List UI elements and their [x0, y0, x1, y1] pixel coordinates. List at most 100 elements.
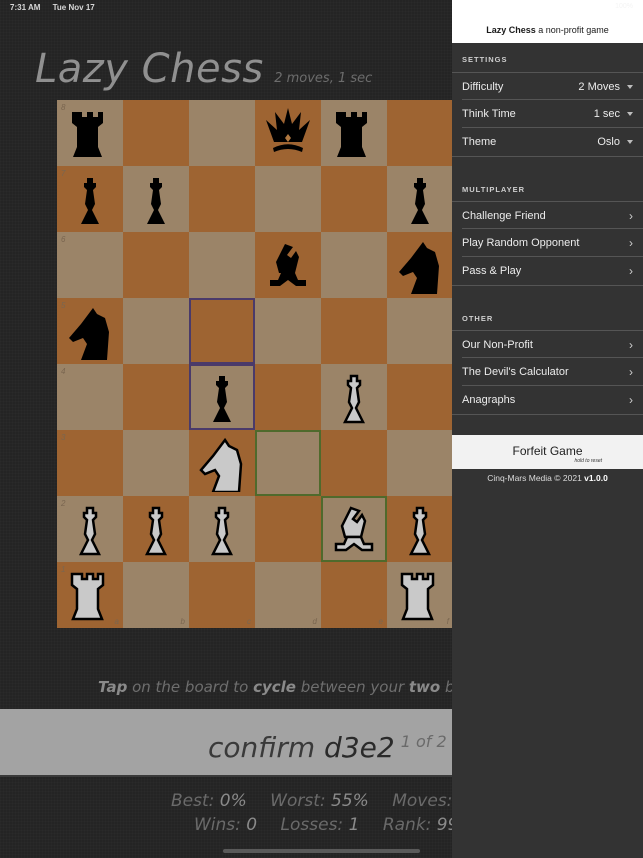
square-b5[interactable] [123, 298, 189, 364]
chevron-right-icon: › [629, 393, 633, 407]
white-pawn-icon[interactable] [395, 502, 445, 558]
white-rook-icon[interactable] [395, 568, 445, 624]
black-pawn-icon[interactable] [131, 172, 181, 228]
square-c8[interactable] [189, 100, 255, 166]
square-c5[interactable] [189, 298, 255, 364]
other-header: OTHER [462, 314, 494, 323]
confirm-label: confirm d3e2 1 of 2 [208, 731, 447, 764]
square-d6[interactable] [255, 232, 321, 298]
square-e3[interactable] [321, 430, 387, 496]
file-label: d [312, 617, 317, 626]
square-e2[interactable] [321, 496, 387, 562]
square-a7[interactable]: 7 [57, 166, 123, 232]
white-pawn-icon[interactable] [329, 370, 379, 426]
white-pawn-icon[interactable] [65, 502, 115, 558]
menu-play-random-opponent[interactable]: Play Random Opponent › [452, 228, 643, 257]
square-f3[interactable] [387, 430, 453, 496]
rank-label: 4 [61, 367, 66, 376]
setting-think-time[interactable]: Think Time 1 sec [452, 99, 643, 128]
square-c7[interactable] [189, 166, 255, 232]
difficulty-summary: 2 moves, 1 sec [274, 71, 373, 86]
menu-item-label: Our Non-Profit [462, 338, 533, 351]
square-a3[interactable]: 3 [57, 430, 123, 496]
square-f4[interactable] [387, 364, 453, 430]
square-b1[interactable]: b [123, 562, 189, 628]
square-a6[interactable]: 6 [57, 232, 123, 298]
black-bishop-icon[interactable] [263, 238, 313, 294]
white-rook-icon[interactable] [65, 568, 115, 624]
square-a2[interactable]: 2 [57, 496, 123, 562]
setting-difficulty[interactable]: Difficulty 2 Moves [452, 72, 643, 100]
black-pawn-icon[interactable] [197, 370, 247, 426]
black-knight-icon[interactable] [65, 304, 115, 360]
square-b6[interactable] [123, 232, 189, 298]
setting-theme[interactable]: Theme Oslo [452, 127, 643, 156]
square-d3[interactable] [255, 430, 321, 496]
white-knight-icon[interactable] [197, 436, 247, 492]
square-f5[interactable] [387, 298, 453, 364]
menu-app-name: Lazy Chess [486, 25, 536, 35]
square-e6[interactable] [321, 232, 387, 298]
square-f7[interactable] [387, 166, 453, 232]
square-b4[interactable] [123, 364, 189, 430]
square-f2[interactable] [387, 496, 453, 562]
square-d4[interactable] [255, 364, 321, 430]
dropdown-caret-icon [627, 84, 633, 89]
square-c6[interactable] [189, 232, 255, 298]
setting-value: 2 Moves [578, 80, 620, 93]
menu-pass-and-play[interactable]: Pass & Play › [452, 256, 643, 285]
square-c2[interactable] [189, 496, 255, 562]
square-a1[interactable]: 1a [57, 562, 123, 628]
square-e4[interactable] [321, 364, 387, 430]
square-d1[interactable]: d [255, 562, 321, 628]
square-a8[interactable]: 8 [57, 100, 123, 166]
square-d2[interactable] [255, 496, 321, 562]
proposed-move: d3e2 [324, 731, 395, 764]
square-e7[interactable] [321, 166, 387, 232]
file-label: e [378, 617, 383, 626]
hint-text: Tap on the board to cycle between your t… [98, 678, 464, 696]
square-e5[interactable] [321, 298, 387, 364]
square-d5[interactable] [255, 298, 321, 364]
black-rook-icon[interactable] [65, 106, 115, 162]
square-b3[interactable] [123, 430, 189, 496]
square-e8[interactable] [321, 100, 387, 166]
square-e1[interactable]: e [321, 562, 387, 628]
square-a4[interactable]: 4 [57, 364, 123, 430]
side-menu: 100% Lazy Chess a non-profit game SETTIN… [452, 0, 643, 858]
copyright-text: Cinq-Mars Media © 2021 [487, 473, 585, 483]
square-b7[interactable] [123, 166, 189, 232]
square-c4[interactable] [189, 364, 255, 430]
black-knight-icon[interactable] [395, 238, 445, 294]
black-pawn-icon[interactable] [395, 172, 445, 228]
black-rook-icon[interactable] [329, 106, 379, 162]
menu-our-non-profit[interactable]: Our Non-Profit › [452, 330, 643, 358]
home-indicator[interactable] [223, 849, 420, 853]
battery-status: 100% [615, 3, 633, 10]
square-f8[interactable] [387, 100, 453, 166]
menu-devils-calculator[interactable]: The Devil's Calculator › [452, 357, 643, 386]
stat-value: 0 [246, 815, 258, 835]
white-pawn-icon[interactable] [197, 502, 247, 558]
square-c3[interactable] [189, 430, 255, 496]
square-f1[interactable]: f [387, 562, 453, 628]
square-d8[interactable] [255, 100, 321, 166]
square-d7[interactable] [255, 166, 321, 232]
white-bishop-icon[interactable] [329, 502, 379, 558]
forfeit-game-button[interactable]: Forfeit Game hold to reset [452, 435, 643, 469]
menu-challenge-friend[interactable]: Challenge Friend › [452, 201, 643, 229]
setting-value: 1 sec [593, 108, 620, 120]
square-f6[interactable] [387, 232, 453, 298]
forfeit-label: Forfeit Game [512, 444, 583, 458]
square-b2[interactable] [123, 496, 189, 562]
white-pawn-icon[interactable] [131, 502, 181, 558]
stat-losses: Losses: 1 [281, 815, 360, 835]
hint-fragment: between your [295, 678, 409, 696]
file-label: f [446, 617, 449, 626]
square-c1[interactable]: c [189, 562, 255, 628]
square-b8[interactable] [123, 100, 189, 166]
black-pawn-icon[interactable] [65, 172, 115, 228]
square-a5[interactable]: 5 [57, 298, 123, 364]
black-queen-icon[interactable] [263, 106, 313, 162]
menu-anagraphs[interactable]: Anagraphs › [452, 385, 643, 414]
